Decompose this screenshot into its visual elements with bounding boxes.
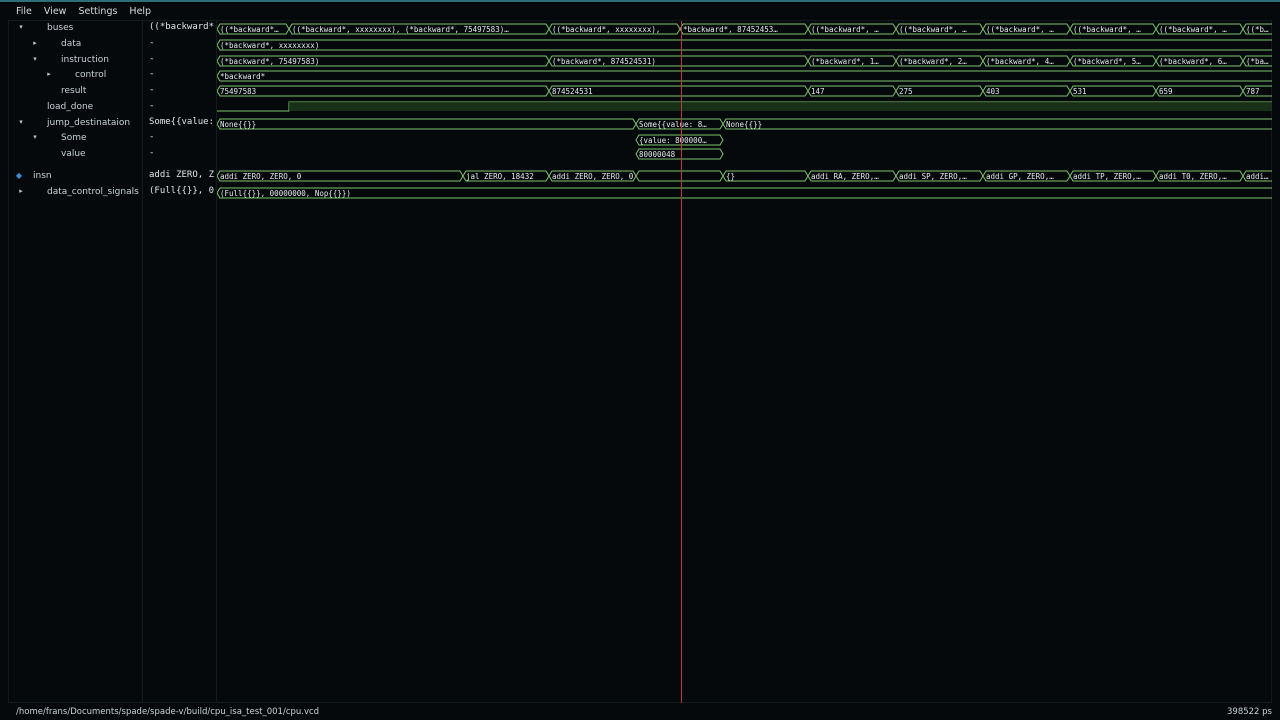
instruction-value-label: (*backward*, 75497583) — [220, 57, 319, 66]
menu-bar: File View Settings Help — [8, 3, 1272, 19]
data-control-signals-expand-icon[interactable]: ▸ — [16, 187, 26, 195]
buses-value-label: ((*backward*… — [220, 25, 279, 34]
insn-segment[interactable] — [722, 170, 809, 182]
result-segment[interactable] — [217, 85, 550, 97]
instruction-value-label: (*backward*, 5… — [1073, 57, 1141, 66]
load-done-high-fill — [289, 102, 1272, 111]
insn-value-label: addi ZERO, ZERO, 0 — [220, 172, 302, 181]
insn-expand-icon[interactable]: ◆ — [14, 171, 24, 180]
insn-value-label: addi TP, ZERO,… — [1073, 172, 1141, 181]
result-value-label: 659 — [1159, 87, 1173, 96]
insn-value-label: {} — [726, 172, 735, 181]
value-load-done: - — [149, 101, 155, 111]
signal-data[interactable]: data — [61, 37, 81, 51]
insn-value-label: addi GP, ZERO,… — [986, 172, 1054, 181]
result-value-label: 147 — [811, 87, 825, 96]
menu-file[interactable]: File — [16, 6, 32, 17]
jump-destinataion-value-label: None{{}} — [726, 120, 762, 129]
buses-value-label: ((*backward*, … — [986, 25, 1054, 34]
signal-instruction[interactable]: instruction — [61, 53, 109, 67]
cursor-time: 398522 ps — [1227, 707, 1272, 717]
result-value-label: 403 — [986, 87, 1000, 96]
control-value-label: *backward* — [220, 72, 265, 81]
value-instruction: - — [149, 54, 155, 64]
value-some: - — [149, 132, 155, 142]
signal-load-done[interactable]: load_done — [47, 100, 93, 114]
window-top-border — [0, 0, 1280, 2]
menu-view[interactable]: View — [44, 6, 67, 17]
some-value-label: {value: 800000… — [639, 136, 707, 145]
jump-destinataion-segment[interactable] — [217, 118, 637, 130]
signal-buses[interactable]: buses — [47, 21, 73, 35]
insn-segment[interactable] — [635, 170, 724, 182]
signal-value[interactable]: value — [61, 147, 86, 161]
value-control: - — [149, 69, 155, 79]
result-value-label: 75497583 — [220, 87, 256, 96]
result-value-label: 787 — [1246, 87, 1260, 96]
menu-settings[interactable]: Settings — [78, 6, 117, 17]
insn-value-label: addi… — [1246, 172, 1269, 181]
waveform-view[interactable]: ((*backward*… ((*backward*, xxxxxxxx), (*… — [217, 21, 1272, 703]
time-cursor[interactable] — [681, 21, 682, 703]
instruction-value-label: (*backward*, 4… — [986, 57, 1054, 66]
result-value-label: 275 — [899, 87, 913, 96]
value-jump-destinataion: Some{{value: — [149, 117, 215, 127]
jump-destinataion-segment[interactable] — [722, 118, 1272, 130]
signal-result[interactable]: result — [61, 84, 86, 98]
buses-expand-icon[interactable]: ▾ — [16, 23, 26, 31]
result-value-label: 874524531 — [552, 87, 593, 96]
data-control-signals-segment[interactable] — [217, 187, 1272, 199]
buses-value-label: ((*backward*, xxxxxxxx), (*backward*, 75… — [292, 25, 509, 34]
buses-value-label: ((*backward*, … — [1073, 25, 1141, 34]
instruction-value-label: (*backward*, 6… — [1159, 57, 1227, 66]
value-data-control-signals: (Full{{}}, 0 — [149, 186, 215, 196]
insn-value-label: jal ZERO, 18432 — [466, 172, 534, 181]
some-expand-icon[interactable]: ▾ — [30, 133, 40, 141]
insn-value-label: addi T0, ZERO,… — [1159, 172, 1227, 181]
file-path: /home/frans/Documents/spade/spade-v/buil… — [16, 707, 320, 717]
insn-value-label: addi SP, ZERO,… — [899, 172, 967, 181]
value-insn: addi ZERO, Z — [149, 170, 215, 180]
data-segment[interactable] — [217, 39, 1272, 51]
insn-value-label: addi ZERO, ZERO, 0 — [552, 172, 634, 181]
buses-value-label: ((*backward*, … — [811, 25, 879, 34]
control-segment[interactable] — [217, 70, 1272, 82]
data-expand-icon[interactable]: ▸ — [30, 39, 40, 47]
control-expand-icon[interactable]: ▸ — [44, 70, 54, 78]
data-control-signals-value-label: (Full{{}}, 00000000, Nop{{}}) — [220, 189, 351, 198]
signal-some[interactable]: Some — [61, 131, 87, 145]
jump-destinataion-value-label: Some{{value: 8… — [639, 120, 707, 129]
buses-value-label: *backward*, 87452453… — [683, 25, 778, 34]
jump-destinataion-value-label: None{{}} — [220, 120, 256, 129]
instruction-value-label: (*backward*, 2… — [899, 57, 967, 66]
value-value: - — [149, 148, 155, 158]
menu-help[interactable]: Help — [129, 6, 151, 17]
insn-value-label: addi RA, ZERO,… — [811, 172, 879, 181]
buses-value-label: ((*b… — [1246, 25, 1269, 34]
instruction-value-label: (*backward*, 874524531) — [552, 57, 656, 66]
tree-value-divider[interactable] — [142, 20, 143, 702]
instruction-value-label: (*ba… — [1246, 57, 1269, 66]
signal-data-control-signals[interactable]: data_control_signals — [47, 185, 139, 199]
jump-destinataion-expand-icon[interactable]: ▾ — [16, 118, 26, 126]
signal-jump-destinataion[interactable]: jump_destinataion — [47, 116, 130, 130]
buses-value-label: ((*backward*, … — [899, 25, 967, 34]
value-value-label: 80000048 — [639, 150, 676, 159]
value-data: - — [149, 38, 155, 48]
signal-control[interactable]: control — [75, 68, 106, 82]
value-buses: ((*backward* — [149, 22, 215, 32]
instruction-value-label: (*backward*, 1… — [811, 57, 879, 66]
result-value-label: 531 — [1073, 87, 1087, 96]
instruction-expand-icon[interactable]: ▾ — [30, 55, 40, 63]
status-bar: /home/frans/Documents/spade/spade-v/buil… — [0, 704, 1280, 720]
buses-value-label: ((*backward*, … — [1159, 25, 1227, 34]
waveform-canvas[interactable]: ((*backward*… ((*backward*, xxxxxxxx), (*… — [217, 21, 1272, 703]
data-value-label: (*backward*, xxxxxxxx) — [220, 41, 319, 50]
buses-value-label: ((*backward*, xxxxxxxx), — [552, 25, 660, 34]
signal-insn[interactable]: insn — [33, 169, 52, 183]
value-result: - — [149, 85, 155, 95]
